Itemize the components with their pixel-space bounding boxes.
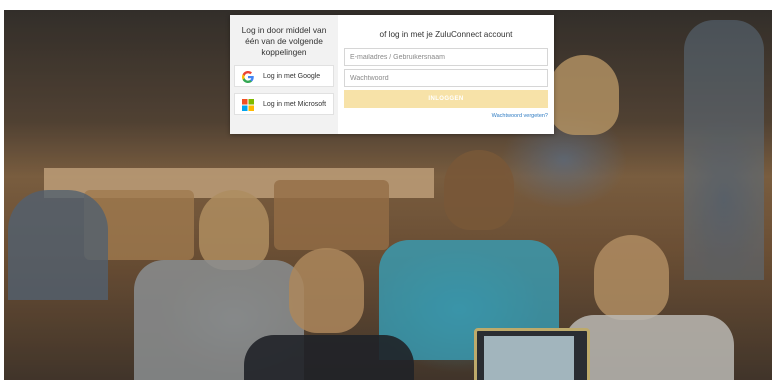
google-icon <box>242 70 254 83</box>
social-login-intro: Log in door middel van één van de volgen… <box>241 25 327 57</box>
forgot-password-link[interactable]: Wachtwoord vergeten? <box>344 113 548 119</box>
login-button[interactable]: INLOGGEN <box>344 90 548 108</box>
password-input[interactable] <box>344 69 548 87</box>
google-login-button[interactable]: Log in met Google <box>234 65 334 87</box>
social-login-panel: Log in door middel van één van de volgen… <box>230 15 338 134</box>
login-card: Log in door middel van één van de volgen… <box>230 15 554 134</box>
google-login-label: Log in met Google <box>263 72 321 80</box>
microsoft-login-label: Log in met Microsoft <box>263 100 327 108</box>
microsoft-login-button[interactable]: Log in met Microsoft <box>234 93 334 115</box>
account-login-panel: of log in met je ZuluConnect account INL… <box>338 15 554 134</box>
microsoft-icon <box>242 98 254 111</box>
username-input[interactable] <box>344 48 548 66</box>
account-login-title: of log in met je ZuluConnect account <box>379 30 513 39</box>
